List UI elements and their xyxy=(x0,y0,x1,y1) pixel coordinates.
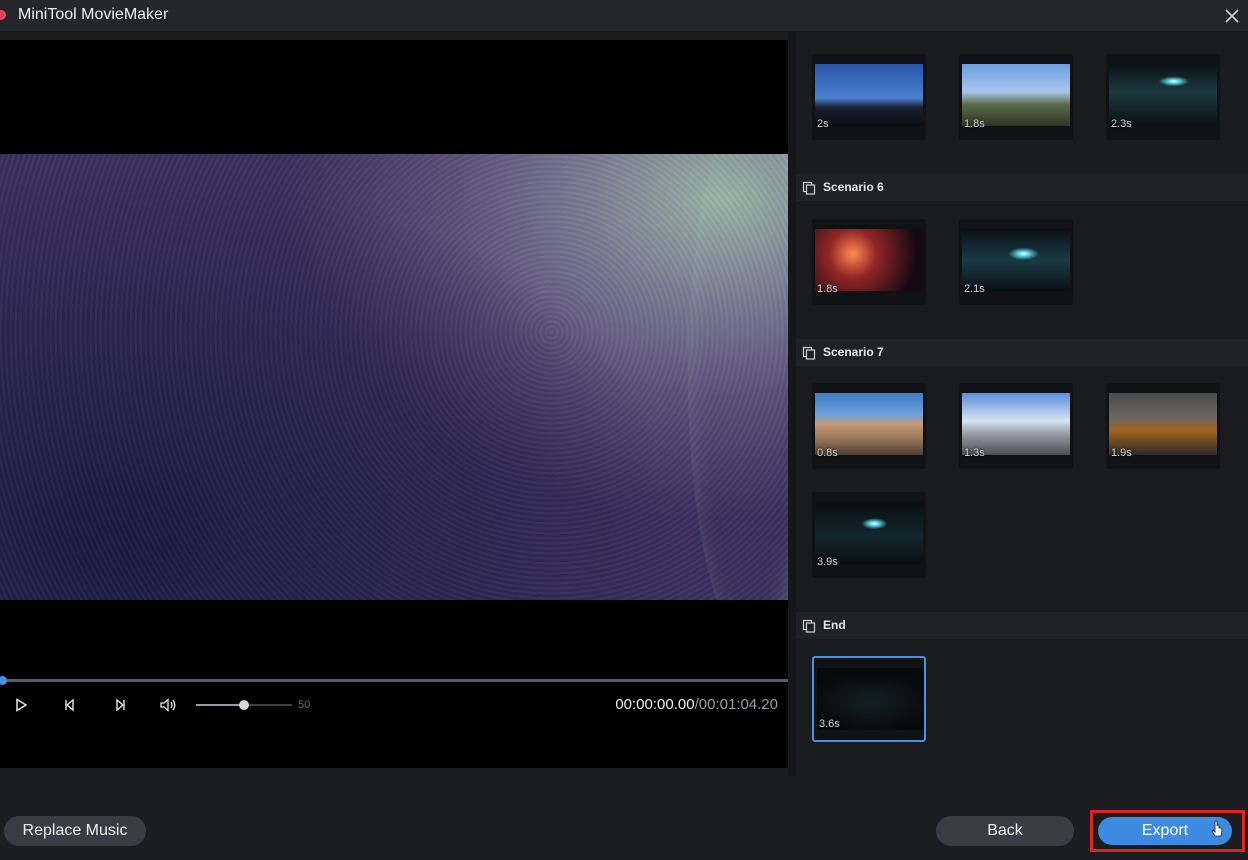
clip-duration: 2.3s xyxy=(1111,118,1132,130)
clip-thumbnail[interactable]: 0.8s xyxy=(812,383,926,469)
video-frame xyxy=(0,154,788,600)
mosque-courtyard-image xyxy=(962,393,1070,455)
player-controls: 50 00:00:00.00/00:01:04.20 xyxy=(0,690,788,728)
back-button[interactable]: Back xyxy=(936,816,1074,846)
clip-thumbnail[interactable]: 1.8s xyxy=(959,54,1073,140)
video-preview[interactable] xyxy=(0,40,788,768)
scene-label: Scenario 7 xyxy=(823,345,884,359)
ruins-image xyxy=(815,393,923,455)
clip-duration: 2s xyxy=(817,118,829,130)
museum-image xyxy=(1109,393,1217,455)
clip-thumbnail[interactable]: 3.9s xyxy=(812,492,926,578)
copy-icon xyxy=(802,346,816,360)
concert-image xyxy=(815,229,923,291)
title-bar: MiniTool MovieMaker xyxy=(0,0,1248,32)
clip-thumbnail[interactable]: 2.3s xyxy=(1106,54,1220,140)
play-button[interactable] xyxy=(8,692,34,718)
clip-thumbnail-selected[interactable]: 3.6s xyxy=(812,656,926,742)
clip-thumbnail[interactable]: 1.9s xyxy=(1106,383,1220,469)
clip-thumbnail[interactable]: 2s xyxy=(812,54,926,140)
copy-icon xyxy=(802,181,816,195)
next-frame-button[interactable] xyxy=(107,692,133,718)
clip-duration: 0.8s xyxy=(817,447,838,459)
timecode: 00:00:00.00/00:01:04.20 xyxy=(615,696,778,713)
volume-slider-knob[interactable] xyxy=(239,700,249,710)
panel-divider xyxy=(788,32,796,776)
light-streak-image xyxy=(815,502,923,564)
clip-duration: 1.9s xyxy=(1111,447,1132,459)
clip-duration: 2.1s xyxy=(964,283,985,295)
light-streak-image xyxy=(1109,64,1217,126)
scene-panel: 2s 1.8s 2.3s Scenario 6 1.8s 2.1s Scenar… xyxy=(796,32,1248,776)
clip-duration: 1.8s xyxy=(817,283,838,295)
volume-value: 50 xyxy=(298,699,311,711)
footer: Replace Music Back Export xyxy=(0,776,1248,860)
night-mosque-image xyxy=(815,64,923,126)
light-streak-image xyxy=(962,229,1070,291)
step-forward-icon xyxy=(116,698,125,712)
clip-duration: 1.3s xyxy=(964,447,985,459)
scene-header-scenario-7[interactable]: Scenario 7 xyxy=(796,339,1248,366)
play-icon xyxy=(16,698,28,712)
clip-duration: 1.8s xyxy=(964,118,985,130)
volume-slider-fill xyxy=(196,704,244,706)
clip-thumbnail[interactable]: 1.3s xyxy=(959,383,1073,469)
clip-duration: 3.9s xyxy=(817,556,838,568)
mouse-cursor-icon xyxy=(1211,820,1223,837)
previous-frame-button[interactable] xyxy=(57,692,83,718)
scene-header-scenario-6[interactable]: Scenario 6 xyxy=(796,174,1248,201)
scene-label: End xyxy=(823,618,846,632)
day-mosque-image xyxy=(962,64,1070,126)
time-total: /00:01:04.20 xyxy=(694,696,778,713)
volume-button[interactable] xyxy=(155,692,181,718)
replace-music-button[interactable]: Replace Music xyxy=(4,816,146,846)
scene-header-end[interactable]: End xyxy=(796,612,1248,639)
step-back-icon xyxy=(65,698,74,712)
copy-icon xyxy=(802,619,816,633)
app-title: MiniTool MovieMaker xyxy=(18,6,169,23)
clip-thumbnail[interactable]: 1.8s xyxy=(812,219,926,305)
close-icon[interactable] xyxy=(1222,6,1242,26)
volume-icon xyxy=(160,698,176,712)
progress-track[interactable] xyxy=(0,679,788,682)
scene-label: Scenario 6 xyxy=(823,180,884,194)
clip-duration: 3.6s xyxy=(819,718,840,730)
clip-thumbnail[interactable]: 2.1s xyxy=(959,219,1073,305)
app-logo-icon xyxy=(0,10,6,20)
time-current: 00:00:00.00 xyxy=(615,696,695,713)
